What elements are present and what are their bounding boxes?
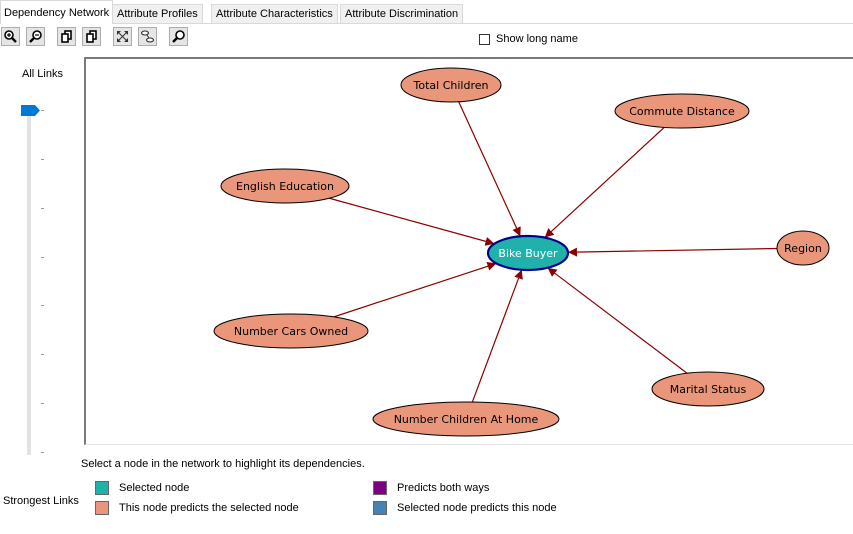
link-strength-slider-track[interactable] — [27, 112, 31, 455]
edge-english-education-to-bike-buyer — [329, 197, 495, 246]
node-region[interactable]: Region — [776, 230, 830, 266]
show-long-name-toggle[interactable]: Show long name — [479, 33, 578, 45]
slider-label: All Links — [22, 68, 63, 80]
zoom-out-button[interactable] — [26, 27, 45, 46]
edge-total-children-to-bike-buyer — [458, 101, 521, 237]
legend-item-selected-predicts-this: Selected node predicts this node — [373, 501, 557, 515]
copy-entire-graph-button[interactable] — [82, 27, 101, 46]
zoom-in-icon — [4, 30, 17, 43]
legend-item-predicts-selected: This node predicts the selected node — [95, 501, 299, 515]
copy-graph-view-button[interactable] — [57, 27, 76, 46]
legend-swatch — [95, 501, 109, 515]
scale-to-fit-button[interactable] — [113, 27, 132, 46]
show-long-name-label: Show long name — [496, 33, 578, 45]
legend-swatch — [373, 481, 387, 495]
tab-attribute-characteristics[interactable]: Attribute Characteristics — [211, 4, 338, 23]
zoom-in-button[interactable] — [1, 27, 20, 46]
node-label: English Education — [236, 180, 334, 193]
center-graph-icon — [140, 30, 155, 43]
legend-label: Selected node — [119, 482, 190, 494]
node-total-children[interactable]: Total Children — [400, 67, 502, 103]
node-label: Total Children — [413, 79, 489, 92]
slider-tick — [41, 305, 44, 307]
slider-tick — [41, 354, 44, 356]
legend-label: Selected node predicts this node — [397, 502, 557, 514]
find-node-button[interactable] — [169, 27, 188, 46]
node-marital-status[interactable]: Marital Status — [651, 371, 765, 407]
fit-to-window-icon — [117, 31, 128, 42]
edge-marital-status-to-bike-buyer — [547, 267, 688, 374]
slider-tick — [41, 403, 44, 405]
node-english-education[interactable]: English Education — [220, 168, 350, 204]
node-bike-buyer[interactable]: Bike Buyer — [486, 234, 570, 272]
slider-tick — [41, 110, 44, 111]
slider-tick — [41, 452, 44, 453]
node-commute-distance[interactable]: Commute Distance — [614, 93, 750, 129]
link-strength-slider-thumb[interactable] — [21, 105, 41, 116]
node-label: Number Cars Owned — [234, 325, 348, 338]
legend-item-selected-node: Selected node — [95, 481, 189, 495]
edge-commute-distance-to-bike-buyer — [544, 126, 665, 239]
legend-item-predicts-both-ways: Predicts both ways — [373, 481, 489, 495]
node-label: Commute Distance — [629, 105, 735, 118]
copy-icon — [61, 30, 72, 43]
slider-tick — [41, 256, 44, 258]
slider-tick — [41, 158, 44, 160]
show-long-name-checkbox[interactable] — [479, 33, 490, 45]
dependency-network-graph: Bike Buyer Total Children Commute Distance… — [213, 67, 830, 437]
zoom-out-icon — [29, 30, 42, 43]
node-label: Number Children At Home — [394, 413, 539, 426]
edge-region-to-bike-buyer — [567, 247, 778, 257]
node-label: Region — [784, 242, 822, 255]
copy-icon — [86, 30, 97, 43]
edge-number-children-at-home-to-bike-buyer — [471, 269, 523, 403]
tab-dependency-network[interactable]: Dependency Network — [0, 0, 114, 24]
dependency-network-canvas[interactable]: Bike Buyer Total Children Commute Distance… — [84, 57, 853, 445]
node-number-children-at-home[interactable]: Number Children At Home — [372, 401, 560, 437]
edge-number-cars-owned-to-bike-buyer — [333, 261, 497, 318]
legend-swatch — [95, 481, 109, 495]
find-icon — [172, 30, 185, 43]
legend-label: This node predicts the selected node — [119, 502, 299, 514]
node-label: Marital Status — [670, 383, 747, 396]
hint-text: Select a node in the network to highligh… — [81, 458, 365, 470]
legend-swatch — [373, 501, 387, 515]
tab-attribute-profiles[interactable]: Attribute Profiles — [112, 4, 203, 23]
slider-tick — [41, 207, 44, 209]
node-label: Bike Buyer — [498, 247, 558, 260]
tab-attribute-discrimination[interactable]: Attribute Discrimination — [340, 4, 464, 23]
tab-bar: Dependency Network Attribute Profiles At… — [0, 0, 853, 24]
center-graph-button[interactable] — [138, 27, 157, 46]
node-number-cars-owned[interactable]: Number Cars Owned — [213, 313, 369, 349]
strongest-links-label: Strongest Links — [3, 495, 79, 507]
legend-label: Predicts both ways — [397, 482, 490, 494]
